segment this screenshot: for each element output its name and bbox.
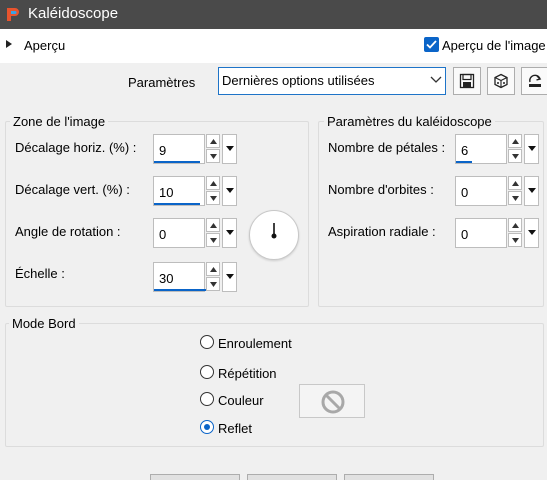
radial-spinner[interactable]: 0: [455, 218, 539, 248]
orbits-value: 0: [461, 185, 469, 200]
dropdown-arrow-icon[interactable]: [524, 134, 539, 164]
preview-section-label: Aperçu: [24, 38, 66, 53]
vert-offset-label: Décalage vert. (%) :: [15, 182, 130, 197]
radio-reflect[interactable]: [200, 420, 214, 434]
petals-spinner[interactable]: 6: [455, 134, 539, 164]
orbits-input[interactable]: 0: [455, 176, 507, 206]
rotation-value: 0: [159, 227, 167, 242]
dial-needle-icon: [271, 223, 277, 239]
kaleido-params-title: Paramètres du kaléidoscope: [324, 114, 495, 129]
vert-offset-input[interactable]: 10: [153, 176, 205, 206]
edge-color-swatch[interactable]: [299, 384, 365, 418]
edge-mode-title: Mode Bord: [9, 316, 79, 331]
radial-value: 0: [461, 227, 469, 242]
petals-input[interactable]: 6: [455, 134, 507, 164]
dropdown-arrow-icon[interactable]: [222, 134, 237, 164]
save-icon: [459, 73, 475, 89]
spin-up-arrow-icon[interactable]: [206, 134, 220, 148]
petals-value: 6: [461, 143, 469, 158]
presets-label: Paramètres: [128, 75, 196, 90]
rotation-spinner[interactable]: 0: [153, 218, 237, 248]
ok-button[interactable]: [150, 474, 240, 480]
preset-dropdown[interactable]: Dernières options utilisées: [218, 67, 446, 95]
help-button[interactable]: [344, 474, 434, 480]
radio-wrap[interactable]: [200, 335, 214, 349]
spin-down-arrow-icon[interactable]: [206, 191, 220, 205]
checkmark-icon: [426, 40, 437, 49]
dropdown-arrow-icon[interactable]: [222, 176, 237, 206]
horiz-offset-input[interactable]: 9: [153, 134, 205, 164]
petals-label: Nombre de pétales :: [328, 140, 446, 155]
reset-dice-icon: [494, 73, 508, 89]
orbits-spinner[interactable]: 0: [455, 176, 539, 206]
scale-spinner[interactable]: 30: [153, 262, 237, 292]
scale-value: 30: [159, 271, 174, 286]
image-zone-title: Zone de l'image: [10, 114, 109, 129]
spin-down-arrow-icon[interactable]: [508, 191, 522, 205]
horiz-offset-label: Décalage horiz. (%) :: [15, 140, 137, 155]
dropdown-arrow-icon[interactable]: [524, 218, 539, 248]
vert-offset-spinner[interactable]: 10: [153, 176, 237, 206]
radio-color[interactable]: [200, 392, 214, 406]
horiz-offset-value: 9: [159, 143, 167, 158]
save-preset-button[interactable]: [453, 67, 481, 95]
spin-up-arrow-icon[interactable]: [508, 218, 522, 232]
orbits-label: Nombre d'orbites :: [328, 182, 434, 197]
radio-wrap-label[interactable]: Enroulement: [218, 336, 292, 351]
radial-input[interactable]: 0: [455, 218, 507, 248]
dropdown-arrow-icon[interactable]: [222, 262, 237, 292]
horiz-offset-spinner[interactable]: 9: [153, 134, 237, 164]
radio-color-label[interactable]: Couleur: [218, 393, 264, 408]
preset-dropdown-value: Dernières options utilisées: [222, 73, 375, 88]
rotation-input[interactable]: 0: [153, 218, 205, 248]
vert-offset-value: 10: [159, 185, 174, 200]
spin-up-arrow-icon[interactable]: [508, 134, 522, 148]
spin-down-arrow-icon[interactable]: [206, 277, 220, 291]
radial-label: Aspiration radiale :: [328, 224, 436, 239]
prohibited-icon: [321, 390, 345, 414]
vert-offset-level-bar: [154, 203, 200, 205]
scale-label: Échelle :: [15, 266, 65, 281]
spin-up-arrow-icon[interactable]: [206, 176, 220, 190]
load-preset-button[interactable]: [521, 67, 547, 95]
randomize-button[interactable]: [487, 67, 515, 95]
cancel-button[interactable]: [247, 474, 337, 480]
rotation-dial[interactable]: [249, 210, 299, 260]
horiz-offset-level-bar: [154, 161, 200, 163]
spin-down-arrow-icon[interactable]: [508, 149, 522, 163]
preview-image-checkbox[interactable]: [424, 37, 439, 52]
window-title: Kaléidoscope: [28, 5, 119, 22]
dropdown-arrow-icon[interactable]: [524, 176, 539, 206]
load-preset-icon: [529, 74, 542, 87]
radio-reflect-label[interactable]: Reflet: [218, 421, 252, 436]
radio-repeat-label[interactable]: Répétition: [218, 366, 277, 381]
title-bar: Kaléidoscope: [0, 0, 547, 29]
spin-down-arrow-icon[interactable]: [206, 233, 220, 247]
preview-image-label[interactable]: Aperçu de l'image: [442, 38, 546, 53]
radio-repeat[interactable]: [200, 365, 214, 379]
rotation-label: Angle de rotation :: [15, 224, 121, 239]
chevron-down-icon: [430, 76, 442, 83]
scale-level-bar: [154, 289, 206, 291]
spin-up-arrow-icon[interactable]: [206, 262, 220, 276]
expand-arrow-icon[interactable]: [6, 40, 12, 48]
spin-down-arrow-icon[interactable]: [508, 233, 522, 247]
paintshop-logo-icon: [7, 8, 19, 21]
spin-up-arrow-icon[interactable]: [508, 176, 522, 190]
dropdown-arrow-icon[interactable]: [222, 218, 237, 248]
spin-down-arrow-icon[interactable]: [206, 149, 220, 163]
spin-up-arrow-icon[interactable]: [206, 218, 220, 232]
scale-input[interactable]: 30: [153, 262, 206, 292]
petals-level-bar: [456, 161, 472, 163]
